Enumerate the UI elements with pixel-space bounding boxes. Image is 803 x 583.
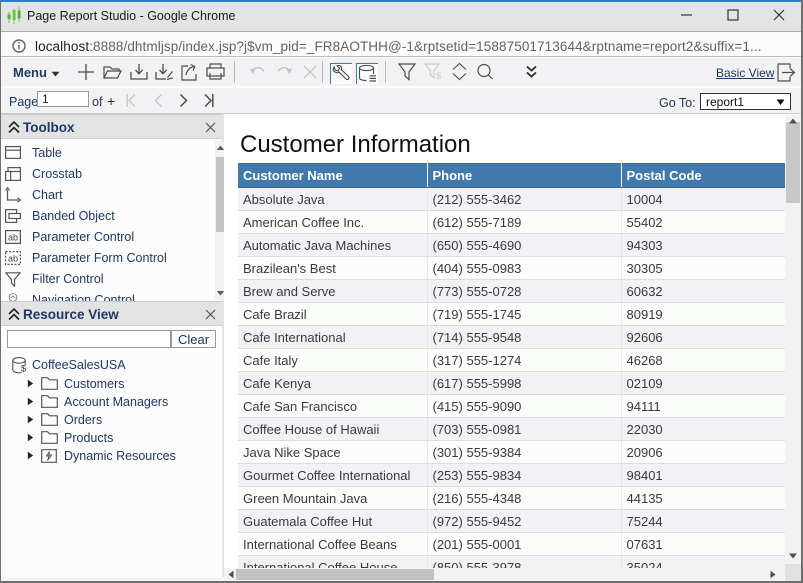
svg-text:$: $ (21, 364, 26, 374)
svg-text:$: $ (436, 71, 441, 81)
svg-text:ab: ab (8, 254, 18, 264)
svg-text:ab: ab (8, 233, 18, 243)
